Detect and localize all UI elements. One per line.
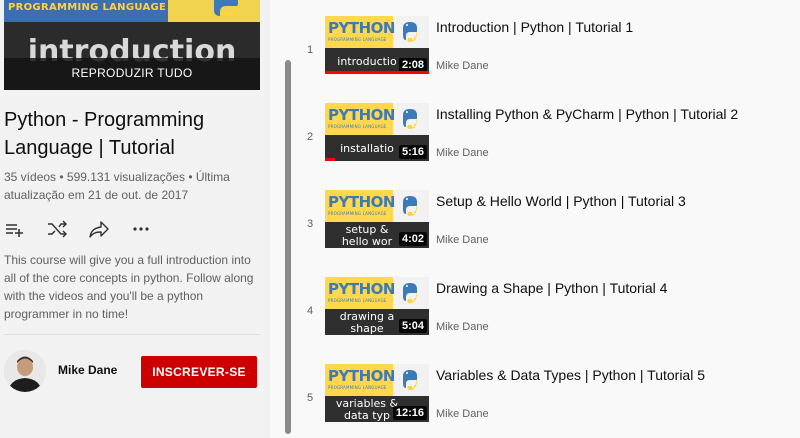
video-item[interactable]: 5 PYTHON PROGRAMMING LANGUAGE variables …: [295, 364, 800, 438]
video-thumbnail[interactable]: PYTHON PROGRAMMING LANGUAGE variables & …: [325, 364, 429, 422]
python-logo-icon: [214, 0, 238, 16]
video-item[interactable]: 4 PYTHON PROGRAMMING LANGUAGE drawing a …: [295, 277, 800, 357]
video-index: 1: [306, 44, 314, 56]
thumbnail-brand-text: PYTHON: [328, 280, 395, 298]
thumbnail-brand-subtext: PROGRAMMING LANGUAGE: [328, 298, 387, 303]
playlist-title[interactable]: Python - Programming Language | Tutorial: [4, 106, 254, 162]
thumbnail-caption: setup & hello wor: [341, 223, 393, 248]
thumbnail-caption: installatio: [340, 142, 394, 155]
video-duration: 12:16: [392, 406, 427, 420]
thumbnail-brand-text: PYTHON: [328, 367, 395, 385]
python-logo-icon: [403, 22, 417, 42]
video-channel[interactable]: Mike Dane: [436, 408, 489, 420]
thumbnail-brand-subtext: PROGRAMMING LANGUAGE: [328, 37, 387, 42]
playlist-thumbnail[interactable]: PROGRAMMING LANGUAGE introduction REPROD…: [4, 0, 260, 90]
video-title[interactable]: Installing Python & PyCharm | Python | T…: [436, 105, 796, 123]
video-thumbnail[interactable]: PYTHON PROGRAMMING LANGUAGE drawing a sh…: [325, 277, 429, 335]
video-channel[interactable]: Mike Dane: [436, 60, 489, 72]
python-logo-icon: [403, 109, 417, 129]
video-index: 2: [306, 131, 314, 143]
play-all-button[interactable]: REPRODUZIR TUDO: [4, 66, 260, 80]
thumbnail-brand-subtext: PROGRAMMING LANGUAGE: [328, 385, 387, 390]
video-item[interactable]: 3 PYTHON PROGRAMMING LANGUAGE setup & he…: [295, 190, 800, 270]
playlist-actions: [4, 218, 164, 240]
python-logo-icon: [403, 283, 417, 303]
video-item[interactable]: 1 PYTHON PROGRAMMING LANGUAGE introducti…: [295, 16, 800, 96]
video-thumbnail[interactable]: PYTHON PROGRAMMING LANGUAGE installatio …: [325, 103, 429, 161]
watch-progress: [325, 71, 429, 74]
video-duration: 4:02: [398, 232, 427, 246]
video-index: 5: [306, 392, 314, 404]
subscribe-button[interactable]: INSCREVER-SE: [141, 356, 257, 388]
video-channel[interactable]: Mike Dane: [436, 147, 489, 159]
channel-name[interactable]: Mike Dane: [58, 363, 117, 377]
thumbnail-brand-text: PYTHON: [328, 193, 395, 211]
video-duration: 2:08: [398, 58, 427, 72]
shuffle-icon[interactable]: [46, 218, 68, 240]
watch-progress: [325, 158, 336, 161]
thumbnail-caption: introductio: [337, 55, 397, 68]
video-index: 3: [306, 218, 314, 230]
video-index: 4: [306, 305, 314, 317]
playlist-sidebar: PROGRAMMING LANGUAGE introduction REPROD…: [0, 0, 270, 438]
python-logo-icon: [403, 370, 417, 390]
video-channel[interactable]: Mike Dane: [436, 234, 489, 246]
thumbnail-brand-subtext: PROGRAMMING LANGUAGE: [328, 211, 387, 216]
video-list: 1 PYTHON PROGRAMMING LANGUAGE introducti…: [295, 0, 800, 438]
video-item[interactable]: 2 PYTHON PROGRAMMING LANGUAGE installati…: [295, 103, 800, 183]
thumbnail-brand-text: PYTHON: [328, 19, 395, 37]
divider: [4, 334, 260, 335]
video-title[interactable]: Introduction | Python | Tutorial 1: [436, 18, 796, 36]
share-icon[interactable]: [88, 218, 110, 240]
python-logo-icon: [403, 196, 417, 216]
video-title[interactable]: Drawing a Shape | Python | Tutorial 4: [436, 279, 796, 297]
add-to-queue-icon[interactable]: [4, 218, 26, 240]
avatar-person-icon: [4, 350, 46, 392]
video-duration: 5:16: [398, 145, 427, 159]
thumbnail-brand-text: PYTHON: [328, 106, 395, 124]
video-thumbnail[interactable]: PYTHON PROGRAMMING LANGUAGE setup & hell…: [325, 190, 429, 248]
video-title[interactable]: Setup & Hello World | Python | Tutorial …: [436, 192, 796, 210]
video-title[interactable]: Variables & Data Types | Python | Tutori…: [436, 366, 796, 384]
thumbnail-caption: drawing a shape: [339, 310, 395, 335]
video-thumbnail[interactable]: PYTHON PROGRAMMING LANGUAGE introductio …: [325, 16, 429, 74]
channel-avatar[interactable]: [4, 350, 46, 392]
playlist-stats: 35 vídeos • 599.131 visualizações • Últi…: [4, 170, 230, 202]
thumbnail-banner-text: PROGRAMMING LANGUAGE: [8, 2, 167, 13]
more-options-icon[interactable]: [130, 218, 152, 240]
video-duration: 5:04: [398, 319, 427, 333]
scrollbar[interactable]: [285, 60, 291, 434]
playlist-description: This course will give you a full introdu…: [4, 253, 254, 321]
thumbnail-brand-subtext: PROGRAMMING LANGUAGE: [328, 124, 387, 129]
video-channel[interactable]: Mike Dane: [436, 321, 489, 333]
